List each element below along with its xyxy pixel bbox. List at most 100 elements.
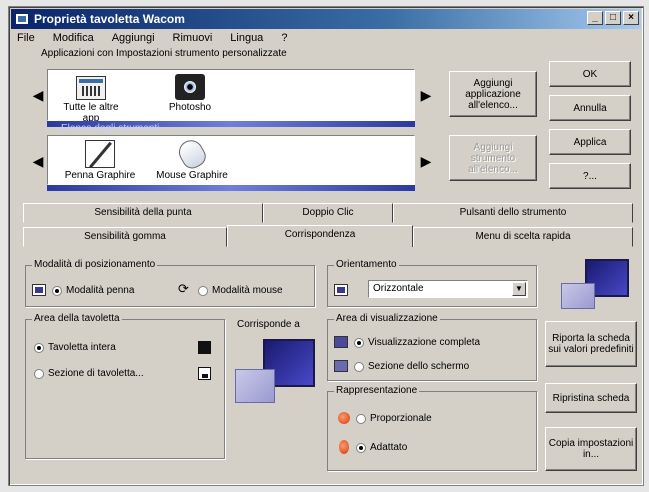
maximize-button[interactable]: □ <box>605 11 621 25</box>
tab-row-back: Sensibilità della punta Doppio Clic Puls… <box>23 203 633 223</box>
tab-double-click[interactable]: Doppio Clic <box>263 203 393 223</box>
tab-row-front: Sensibilità gomma Corrispondenza Menu di… <box>23 225 633 247</box>
tablet-app-icon <box>15 13 29 25</box>
applications-label: Applicazioni con Impostazioni strumento … <box>41 48 287 59</box>
mapping-illustration <box>233 339 317 413</box>
add-application-button[interactable]: Aggiungi applicazione all'elenco... <box>449 71 537 117</box>
orientation-legend: Orientamento <box>334 259 399 270</box>
reset-defaults-button[interactable]: Riporta la scheda sui valori predefiniti <box>545 321 637 367</box>
tools-label: Elenco degli strumenti <box>61 123 160 134</box>
menu-language[interactable]: Lingua <box>228 31 265 45</box>
fit-label: Adattato <box>370 442 408 453</box>
cancel-button[interactable]: Annulla <box>549 95 631 121</box>
menu-file[interactable]: File <box>15 31 37 45</box>
radio-button[interactable] <box>354 361 364 372</box>
radio-button[interactable] <box>198 285 208 296</box>
mouse-mode-radio[interactable]: Modalità mouse <box>198 285 283 296</box>
display-monitor-illustration <box>561 259 631 315</box>
tab-tip-sensitivity[interactable]: Sensibilità della punta <box>23 203 263 223</box>
fit-radio[interactable]: Adattato <box>356 442 407 453</box>
tablet-portion-radio[interactable]: Sezione di tavoletta... <box>34 368 144 379</box>
pen-icon <box>85 140 115 168</box>
menu-bar: File Modifica Aggiungi Rimuovi Lingua ? <box>15 31 289 45</box>
positioning-mode-group: Modalità di posizionamento Modalità penn… <box>25 259 315 307</box>
screen-portion-label: Sezione dello schermo <box>368 361 470 372</box>
radio-button[interactable] <box>34 342 44 353</box>
application-icon <box>76 76 106 100</box>
tab-tool-buttons[interactable]: Pulsanti dello strumento <box>393 203 633 223</box>
help-button[interactable]: ?... <box>549 163 631 189</box>
radio-button[interactable] <box>52 285 62 296</box>
orientation-select[interactable]: Orizzontale ▼ <box>368 280 528 298</box>
tool-item-mouse[interactable]: Mouse Graphire <box>152 135 232 181</box>
tool-item-label: Mouse Graphire <box>156 170 228 181</box>
tablet-area-legend: Area della tavoletta <box>32 313 122 324</box>
restore-tab-button[interactable]: Ripristina scheda <box>545 383 637 413</box>
add-tool-button[interactable]: Aggiungi strumento all'elenco... <box>449 135 537 181</box>
tool-item-pen[interactable]: Penna Graphire <box>62 140 138 181</box>
tools-divider-band <box>47 185 415 191</box>
apps-scroll-right-icon[interactable]: ▶ <box>419 73 433 117</box>
full-tablet-radio[interactable]: Tavoletta intera <box>34 342 116 353</box>
minimize-button[interactable]: _ <box>587 11 603 25</box>
orientation-group: Orientamento Orizzontale ▼ <box>327 259 537 307</box>
title-bar[interactable]: Proprietà tavoletta Wacom _ □ × <box>11 9 641 29</box>
tab-mapping[interactable]: Corrispondenza <box>227 225 413 247</box>
photoshop-eye-icon <box>175 74 205 100</box>
proportional-icon <box>338 412 350 424</box>
screen-portion-radio[interactable]: Sezione dello schermo <box>354 361 469 372</box>
display-area-group: Area di visualizzazione Visualizzazione … <box>327 313 537 381</box>
tablet-icon <box>561 283 595 309</box>
tools-list: Penna Graphire Mouse Graphire <box>47 135 415 185</box>
positioning-mode-legend: Modalità di posizionamento <box>32 259 158 270</box>
display-area-legend: Area di visualizzazione <box>334 313 440 324</box>
full-display-label: Visualizzazione completa <box>368 337 481 348</box>
ok-button[interactable]: OK <box>549 61 631 87</box>
apps-scroll-left-icon[interactable]: ◀ <box>31 73 45 117</box>
mouse-icon <box>174 135 210 173</box>
radio-button[interactable] <box>356 442 366 453</box>
tool-item-label: Penna Graphire <box>64 170 136 181</box>
full-display-radio[interactable]: Visualizzazione completa <box>354 337 480 348</box>
menu-add[interactable]: Aggiungi <box>110 31 157 45</box>
chevron-down-icon[interactable]: ▼ <box>512 282 526 296</box>
representation-legend: Rappresentazione <box>334 385 420 396</box>
radio-button[interactable] <box>354 337 364 348</box>
tab-eraser-sensitivity[interactable]: Sensibilità gomma <box>23 227 227 247</box>
app-item-all-others[interactable]: Tutte le altre app <box>56 76 126 124</box>
orientation-value: Orizzontale <box>373 283 424 294</box>
radio-button[interactable] <box>34 368 44 379</box>
proportional-label: Proporzionale <box>370 413 432 424</box>
mouse-mode-icon: ⟳ <box>178 281 189 296</box>
menu-edit[interactable]: Modifica <box>51 31 96 45</box>
screen-portion-icon <box>334 360 348 372</box>
mouse-mode-label: Modalità mouse <box>212 285 283 296</box>
copy-settings-button[interactable]: Copia impostazioni in... <box>545 427 637 471</box>
tools-scroll-right-icon[interactable]: ▶ <box>419 139 433 183</box>
menu-remove[interactable]: Rimuovi <box>171 31 215 45</box>
applications-list: Tutte le altre app Photosho <box>47 69 415 124</box>
radio-button[interactable] <box>356 413 366 424</box>
tablet-portion-label: Sezione di tavoletta... <box>48 368 144 379</box>
pen-mode-icon <box>32 284 46 296</box>
pen-mode-label: Modalità penna <box>66 285 135 296</box>
window-controls: _ □ × <box>587 11 639 25</box>
app-item-label: Photosho <box>168 102 212 113</box>
full-screen-icon <box>334 336 348 348</box>
tablet-area-group: Area della tavoletta Tavoletta intera Se… <box>25 313 225 459</box>
orientation-icon <box>334 284 348 296</box>
proportional-radio[interactable]: Proporzionale <box>356 413 432 424</box>
app-item-photoshop[interactable]: Photosho <box>160 74 220 113</box>
menu-help[interactable]: ? <box>279 31 289 45</box>
window-title: Proprietà tavoletta Wacom <box>34 12 185 26</box>
fit-icon <box>339 440 349 454</box>
wacom-properties-window: Proprietà tavoletta Wacom _ □ × File Mod… <box>8 6 644 486</box>
tablet-icon <box>235 369 275 403</box>
tab-popup-menu[interactable]: Menu di scelta rapida <box>413 227 633 247</box>
representation-group: Rappresentazione Proporzionale Adattato <box>327 385 537 471</box>
apply-button[interactable]: Applica <box>549 129 631 155</box>
full-area-icon <box>198 341 211 354</box>
tools-scroll-left-icon[interactable]: ◀ <box>31 139 45 183</box>
close-button[interactable]: × <box>623 11 639 25</box>
pen-mode-radio[interactable]: Modalità penna <box>52 285 134 296</box>
